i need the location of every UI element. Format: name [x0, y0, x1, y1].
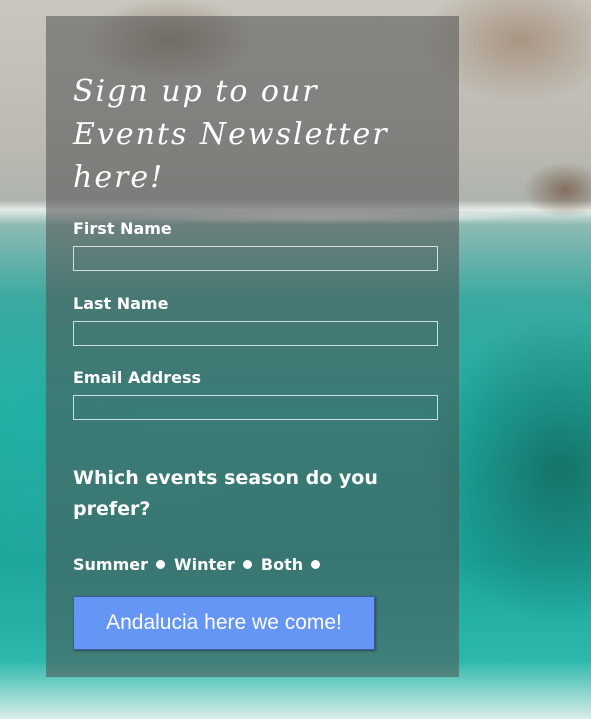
option-winter[interactable]: Winter	[174, 555, 252, 574]
winter-radio[interactable]	[242, 560, 252, 569]
option-summer-label: Summer	[73, 555, 148, 574]
summer-radio[interactable]	[156, 560, 165, 569]
first-name-input[interactable]	[73, 246, 438, 271]
last-name-input[interactable]	[73, 321, 438, 346]
signup-form-panel: Sign up to our Events Newsletter here! F…	[46, 16, 459, 677]
first-name-label: First Name	[73, 219, 172, 238]
email-address-label: Email Address	[73, 368, 202, 387]
option-both-label: Both	[260, 555, 304, 574]
submit-button[interactable]: Andalucia here we come!	[73, 596, 375, 650]
last-name-label: Last Name	[73, 294, 169, 313]
option-both[interactable]: Both	[260, 555, 321, 574]
option-summer[interactable]: Summer	[73, 555, 165, 574]
form-title: Sign up to our Events Newsletter here!	[73, 74, 389, 195]
season-options: Summer Winter Both	[73, 555, 329, 574]
season-question: Which events season do you prefer?	[73, 467, 378, 520]
email-address-input[interactable]	[73, 395, 438, 420]
both-radio[interactable]	[311, 560, 321, 569]
option-winter-label: Winter	[174, 555, 235, 574]
